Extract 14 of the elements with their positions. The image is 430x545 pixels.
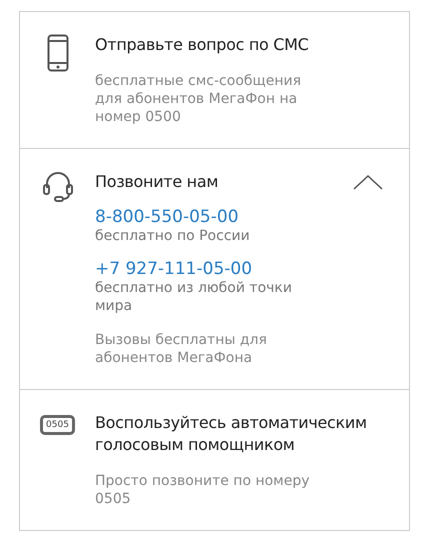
- phone-note: бесплатно из любой точки мира: [95, 279, 293, 315]
- section-title: Воспользуйтесь автоматическим голосовым помощником: [95, 412, 367, 456]
- headset-icon: [42, 171, 74, 203]
- chevron-icon[interactable]: [353, 174, 383, 190]
- section-title: Позвоните нам: [95, 171, 218, 193]
- phone-link[interactable]: +7 927-111-05-00: [95, 259, 389, 279]
- phone-link[interactable]: 8-800-550-05-00: [95, 207, 389, 227]
- section-title: Отправьте вопрос по СМС: [95, 34, 309, 56]
- section-description: Просто позвоните по номеру 0505: [95, 472, 311, 508]
- phone-note: бесплатно по России: [95, 227, 251, 245]
- number-icon: 0505: [40, 415, 75, 435]
- section-description: бесплатные смс-сообщения для абонентов МегаФон на номер 0500: [95, 72, 302, 126]
- phone-icon: [46, 34, 68, 72]
- section-description: Вызовы бесплатны для абонентов МегаФона: [95, 331, 268, 367]
